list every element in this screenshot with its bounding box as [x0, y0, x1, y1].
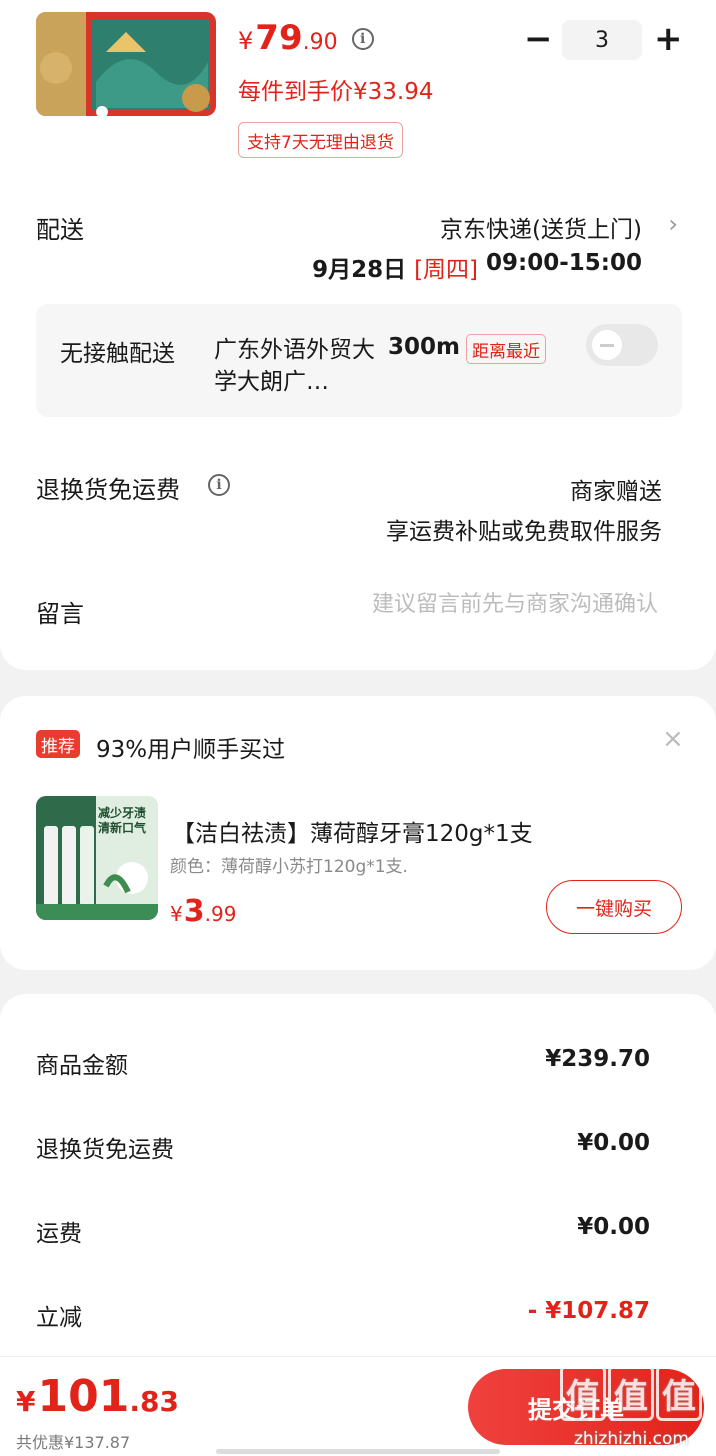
close-icon[interactable]: × [662, 724, 684, 754]
info-icon[interactable]: i [351, 28, 374, 50]
checkout-bar: ¥101.83 共优惠¥137.87 提交订单 值值值 zhizhizhi.co… [0, 1356, 716, 1456]
quantity-decrease-button[interactable]: − [524, 22, 553, 56]
summary-value: ¥239.70 [545, 1046, 650, 1072]
recommended-product-name[interactable]: 【洁白祛渍】薄荷醇牙膏120g*1支 [172, 814, 533, 848]
summary-value: ¥0.00 [577, 1214, 650, 1240]
total-savings: 共优惠¥137.87 [16, 1433, 131, 1452]
contactless-label: 无接触配送 [60, 341, 175, 367]
total-price: ¥101.83 [16, 1371, 179, 1422]
per-item-price: 每件到手价¥33.94 [238, 79, 434, 105]
home-indicator [216, 1449, 500, 1454]
order-details-card: ¥79.90 i 每件到手价¥33.94 支持7天无理由退货 − 3 + 配送 … [0, 0, 716, 670]
delivery-time-range: 09:00-15:00 [486, 250, 642, 276]
product-price: ¥79.90 i [238, 18, 374, 58]
delivery-time[interactable]: 9月28日 [周四] 09:00-15:00 [312, 250, 642, 284]
delivery-label: 配送 [36, 216, 84, 244]
summary-label: 退换货免运费 [36, 1137, 174, 1163]
watermark-url: zhizhizhi.com [574, 1429, 689, 1449]
return-policy-tag: 支持7天无理由退货 [238, 122, 403, 158]
one-click-buy-button[interactable]: 一键购买 [546, 880, 682, 934]
delivery-weekday: [周四] [414, 257, 479, 283]
image-caption-1: 减少牙渍 [98, 806, 147, 820]
info-icon[interactable]: i [208, 474, 230, 496]
recommend-badge: 推荐 [36, 730, 80, 758]
return-shipping-label: 退换货免运费 [36, 476, 180, 504]
chevron-right-icon[interactable]: › [668, 210, 678, 238]
message-input[interactable] [278, 592, 658, 617]
quantity-increase-button[interactable]: + [654, 20, 683, 58]
pickup-address: 广东外语外贸大学大朗广… [214, 337, 375, 395]
recommendation-card: 推荐 93%用户顺手买过 × 减少牙渍 清新口气 【洁白祛渍】薄荷醇牙膏120g… [0, 696, 716, 970]
contactless-toggle[interactable] [586, 324, 658, 366]
delivery-date: 9月28日 [312, 257, 407, 283]
recommended-product-price: ¥3.99 [170, 894, 237, 929]
return-shipping-value: 商家赠送 [570, 479, 662, 505]
image-caption-2: 清新口气 [98, 821, 147, 835]
summary-label: 运费 [36, 1221, 82, 1247]
recommended-product-image[interactable]: 减少牙渍 清新口气 [36, 796, 158, 920]
nearest-tag: 距离最近 [466, 334, 546, 364]
message-label: 留言 [36, 600, 84, 628]
contactless-delivery-panel: 无接触配送 广东外语外贸大学大朗广… 300m 距离最近 [36, 304, 682, 417]
summary-value: ¥0.00 [577, 1130, 650, 1156]
summary-label: 商品金额 [36, 1053, 128, 1079]
return-shipping-description: 享运费补贴或免费取件服务 [386, 519, 662, 545]
toggle-knob [592, 330, 622, 360]
summary-label: 立减 [36, 1305, 82, 1331]
discount-value: - ¥107.87 [527, 1298, 650, 1324]
pickup-distance: 300m [388, 334, 460, 360]
recommended-product-spec: 颜色：薄荷醇小苏打120g*1支. [170, 857, 408, 877]
delivery-method[interactable]: 京东快递(送货上门) [440, 210, 642, 244]
quantity-input[interactable]: 3 [562, 20, 642, 60]
watermark-logo: 值值值 [560, 1365, 702, 1421]
product-thumbnail[interactable] [36, 12, 216, 116]
recommend-title: 93%用户顺手买过 [96, 737, 286, 763]
